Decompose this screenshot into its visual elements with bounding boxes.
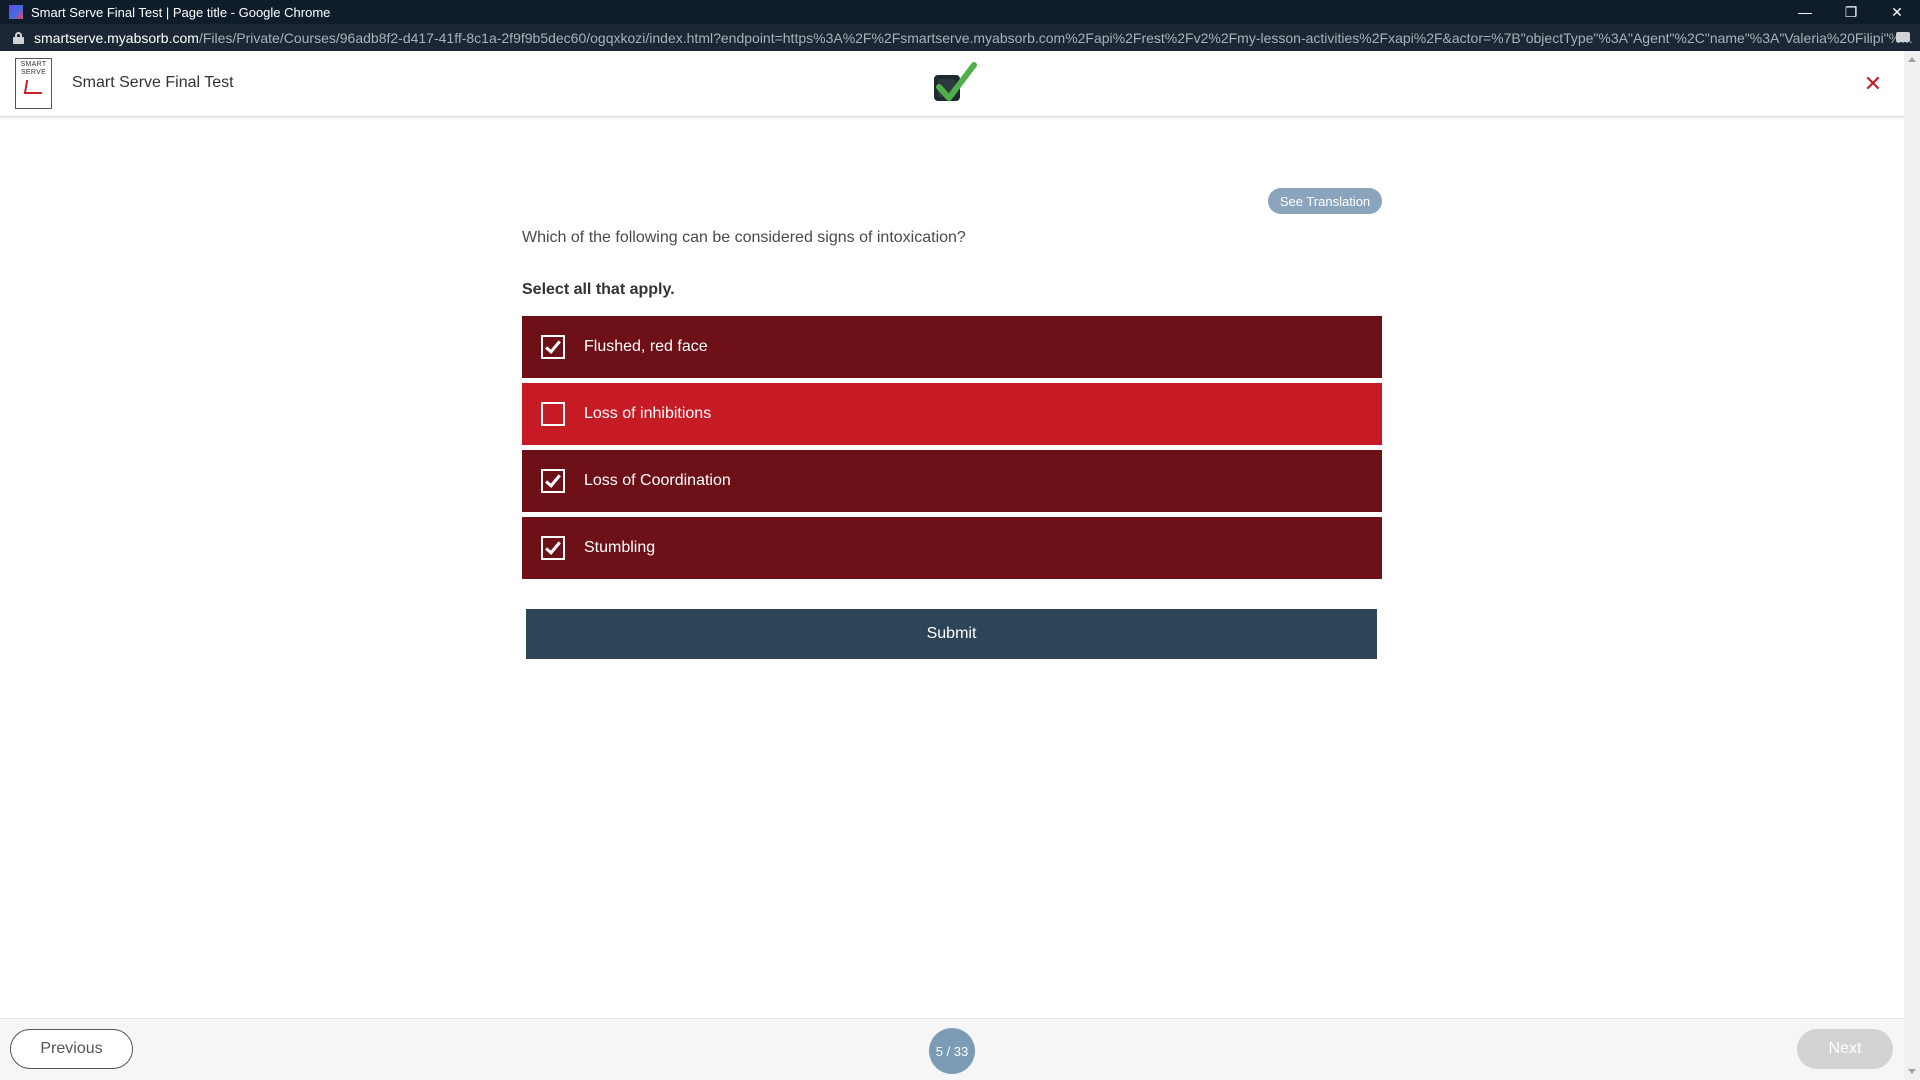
page-counter: 5 / 33	[929, 1028, 975, 1074]
url-path: /Files/Private/Courses/96adb8f2-d417-41f…	[198, 29, 1913, 46]
logo-text: SMART SERVE	[20, 61, 47, 76]
answer-option-stumbling[interactable]: Stumbling	[522, 517, 1382, 579]
app-icon	[9, 5, 23, 19]
answer-option-label: Loss of inhibitions	[584, 405, 712, 422]
course-header: SMART SERVE Smart Serve Final Test ✕	[0, 51, 1904, 117]
checkbox-checked-icon[interactable]	[541, 536, 565, 560]
question-instruction: Select all that apply.	[522, 281, 675, 298]
url-host: smartserve.myabsorb.com	[34, 29, 199, 46]
checkbox-checked-icon[interactable]	[541, 335, 565, 359]
answer-option-label: Flushed, red face	[584, 338, 708, 355]
scroll-up-icon[interactable]	[1908, 57, 1916, 62]
scroll-down-icon[interactable]	[1908, 1069, 1916, 1074]
window-title: Smart Serve Final Test | Page title - Go…	[31, 4, 331, 20]
see-translation-button[interactable]: See Translation	[1268, 188, 1382, 214]
previous-button[interactable]: Previous	[10, 1029, 133, 1069]
smart-serve-logo: SMART SERVE	[15, 58, 52, 109]
logo-mark-icon	[23, 80, 44, 94]
camera-icon[interactable]	[1896, 32, 1910, 42]
restore-icon[interactable]: ❐	[1828, 0, 1874, 24]
answer-option-label: Loss of Coordination	[584, 472, 731, 489]
course-title: Smart Serve Final Test	[72, 74, 234, 91]
next-button[interactable]: Next	[1797, 1029, 1893, 1069]
minimize-icon[interactable]: —	[1782, 0, 1828, 24]
answer-option-flushed-red-face[interactable]: Flushed, red face	[522, 316, 1382, 378]
lesson-footer: Previous 5 / 33 Next	[0, 1018, 1904, 1080]
checkbox-unchecked-icon[interactable]	[541, 402, 565, 426]
question-text: Which of the following can be considered…	[522, 229, 966, 246]
address-bar[interactable]: smartserve.myabsorb.com /Files/Private/C…	[0, 24, 1920, 51]
page-scrollbar[interactable]	[1904, 51, 1920, 1080]
completion-check-icon	[934, 62, 977, 101]
checkbox-checked-icon[interactable]	[541, 469, 565, 493]
answer-option-label: Stumbling	[584, 539, 656, 556]
lock-icon	[13, 31, 24, 44]
submit-button[interactable]: Submit	[526, 609, 1377, 659]
window-close-icon[interactable]: ✕	[1874, 0, 1920, 24]
answer-option-loss-of-inhibitions[interactable]: Loss of inhibitions	[522, 383, 1382, 445]
close-course-button[interactable]: ✕	[1860, 71, 1886, 97]
answer-option-loss-of-coordination[interactable]: Loss of Coordination	[522, 450, 1382, 512]
browser-titlebar: Smart Serve Final Test | Page title - Go…	[0, 0, 1920, 24]
